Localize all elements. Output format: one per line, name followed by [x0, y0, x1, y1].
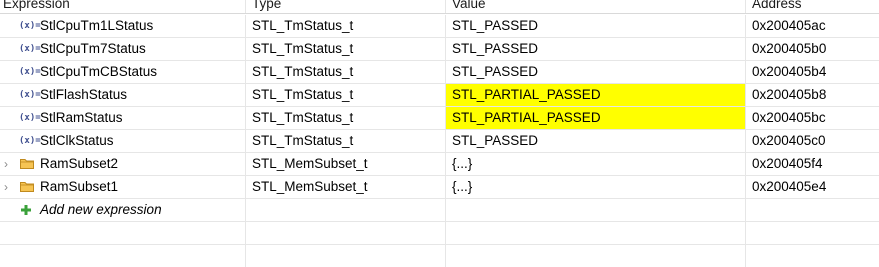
variable-icon: (x)=: [19, 113, 41, 123]
type-cell: STL_TmStatus_t: [245, 84, 445, 106]
value-cell: [445, 199, 745, 221]
value-cell-changed[interactable]: STL_PARTIAL_PASSED: [445, 107, 745, 129]
type-cell: STL_MemSubset_t: [245, 153, 445, 175]
add-expression-row[interactable]: Add new expression: [0, 199, 879, 222]
variable-icon: (x)=: [19, 90, 41, 100]
address-cell: 0x200405e4: [745, 176, 879, 198]
address-cell: 0x200405bc: [745, 107, 879, 129]
type-cell: STL_TmStatus_t: [245, 15, 445, 37]
empty-cell: [745, 222, 879, 244]
expression-name: StlCpuTm1LStatus: [40, 18, 154, 33]
expression-name: RamSubset2: [40, 156, 119, 171]
value-cell[interactable]: {...}: [445, 176, 745, 198]
folder-icon: [20, 159, 34, 169]
type-cell: STL_TmStatus_t: [245, 61, 445, 83]
chevron-right-icon[interactable]: ›: [4, 153, 14, 175]
empty-row: [0, 222, 879, 245]
value-cell[interactable]: STL_PASSED: [445, 38, 745, 60]
value-cell[interactable]: STL_PASSED: [445, 130, 745, 152]
expression-cell: (x)= StlCpuTmCBStatus: [0, 61, 245, 83]
table-row[interactable]: (x)= StlClkStatus STL_TmStatus_t STL_PAS…: [0, 130, 879, 153]
empty-cell: [445, 245, 745, 267]
address-cell: 0x200405c0: [745, 130, 879, 152]
address-cell: 0x200405ac: [745, 15, 879, 37]
expressions-table: Expression Type Value Address (x)= StlCp…: [0, 0, 879, 267]
expression-cell: (x)= StlCpuTm7Status: [0, 38, 245, 60]
empty-cell: [245, 245, 445, 267]
chevron-right-icon[interactable]: ›: [4, 176, 14, 198]
address-cell: 0x200405b0: [745, 38, 879, 60]
address-cell: 0x200405b4: [745, 61, 879, 83]
add-new-expression-label[interactable]: Add new expression: [40, 199, 162, 221]
address-cell: 0x200405f4: [745, 153, 879, 175]
expression-name: StlCpuTm7Status: [40, 41, 146, 56]
empty-cell: [745, 245, 879, 267]
expression-cell: Add new expression: [0, 199, 245, 221]
empty-cell: [0, 245, 245, 267]
address-cell: 0x200405b8: [745, 84, 879, 106]
type-cell: [245, 199, 445, 221]
expression-name: StlFlashStatus: [40, 87, 128, 102]
column-header-value[interactable]: Value: [445, 0, 745, 13]
variable-icon: (x)=: [19, 136, 41, 146]
folder-icon: [20, 182, 34, 192]
value-cell[interactable]: {...}: [445, 153, 745, 175]
table-row[interactable]: › RamSubset1 STL_MemSubset_t {...} 0x200…: [0, 176, 879, 199]
variable-icon: (x)=: [19, 21, 41, 31]
value-cell[interactable]: STL_PASSED: [445, 15, 745, 37]
expression-name: StlCpuTmCBStatus: [40, 64, 158, 79]
expression-cell: › RamSubset2: [0, 153, 245, 175]
type-cell: STL_MemSubset_t: [245, 176, 445, 198]
empty-cell: [245, 222, 445, 244]
address-cell: [745, 199, 879, 221]
expression-cell: (x)= StlFlashStatus: [0, 84, 245, 106]
empty-row: [0, 245, 879, 267]
table-row[interactable]: (x)= StlCpuTm7Status STL_TmStatus_t STL_…: [0, 38, 879, 61]
expression-cell: (x)= StlCpuTm1LStatus: [0, 15, 245, 37]
expression-cell: (x)= StlClkStatus: [0, 130, 245, 152]
table-row[interactable]: (x)= StlCpuTm1LStatus STL_TmStatus_t STL…: [0, 15, 879, 38]
value-cell[interactable]: STL_PASSED: [445, 61, 745, 83]
table-header: Expression Type Value Address: [0, 0, 879, 14]
table-row[interactable]: (x)= StlRamStatus STL_TmStatus_t STL_PAR…: [0, 107, 879, 130]
expression-name: RamSubset1: [40, 179, 119, 194]
variable-icon: (x)=: [19, 44, 41, 54]
expression-name: StlClkStatus: [40, 133, 114, 148]
column-header-type[interactable]: Type: [245, 0, 445, 13]
table-row[interactable]: (x)= StlFlashStatus STL_TmStatus_t STL_P…: [0, 84, 879, 107]
empty-cell: [0, 222, 245, 244]
value-cell-changed[interactable]: STL_PARTIAL_PASSED: [445, 84, 745, 106]
expression-cell: (x)= StlRamStatus: [0, 107, 245, 129]
empty-cell: [445, 222, 745, 244]
plus-icon[interactable]: [20, 204, 32, 216]
type-cell: STL_TmStatus_t: [245, 38, 445, 60]
table-row[interactable]: (x)= StlCpuTmCBStatus STL_TmStatus_t STL…: [0, 61, 879, 84]
column-header-expression[interactable]: Expression: [0, 0, 245, 13]
table-row[interactable]: › RamSubset2 STL_MemSubset_t {...} 0x200…: [0, 153, 879, 176]
expression-cell: › RamSubset1: [0, 176, 245, 198]
type-cell: STL_TmStatus_t: [245, 107, 445, 129]
type-cell: STL_TmStatus_t: [245, 130, 445, 152]
column-header-address[interactable]: Address: [745, 0, 879, 13]
expression-name: StlRamStatus: [40, 110, 123, 125]
variable-icon: (x)=: [19, 67, 41, 77]
